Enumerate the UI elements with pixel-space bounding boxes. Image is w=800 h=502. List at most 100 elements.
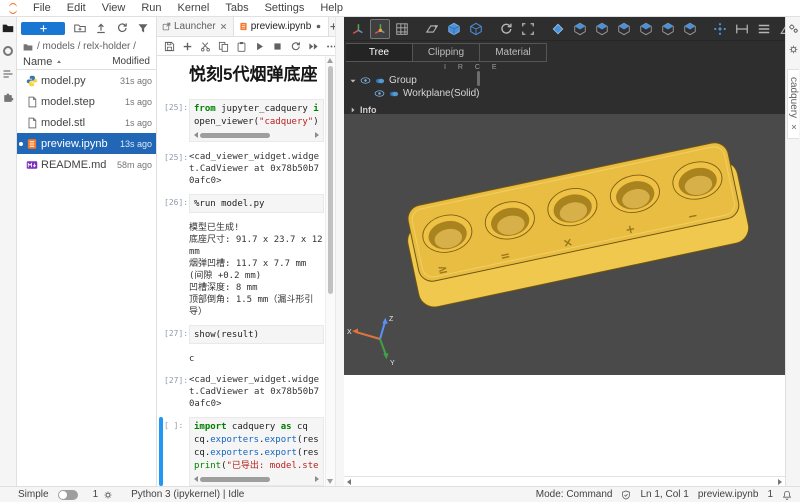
caret-down-icon[interactable] <box>349 77 357 85</box>
running-sessions-icon[interactable] <box>2 45 14 57</box>
stream-cell[interactable]: 模型已生成! 底座尺寸: 91.7 x 23.7 x 12 mm 烟弹凹槽: 1… <box>159 220 324 318</box>
simple-mode-toggle[interactable] <box>58 490 78 500</box>
viewer-tab[interactable]: Tree <box>346 43 413 62</box>
column-modified[interactable]: Modified <box>112 56 150 67</box>
view-iso-icon[interactable] <box>548 19 568 39</box>
cell-hscrollbar[interactable] <box>194 475 319 483</box>
file-row[interactable]: preview.ipynb 13s ago <box>17 133 156 154</box>
view-top-icon[interactable] <box>614 19 634 39</box>
code-input[interactable]: from jupyter_cadquery import open_viewer… <box>189 99 324 142</box>
menu-item[interactable]: Tabs <box>217 2 256 14</box>
measure-properties-icon[interactable] <box>754 19 774 39</box>
horizontal-scrollbar[interactable] <box>344 476 785 486</box>
column-name[interactable]: Name <box>23 56 52 68</box>
output-cell[interactable]: [25]:<cad_viewer_widget.widget.CadViewer… <box>159 149 324 187</box>
breadcrumb-path[interactable]: / models / relx-holder / <box>37 41 136 52</box>
file-row[interactable]: model.step 1s ago <box>17 91 156 112</box>
view-bottom-icon[interactable] <box>636 19 656 39</box>
view-left-icon[interactable] <box>658 19 678 39</box>
toggle-black-edges-icon[interactable] <box>466 19 486 39</box>
file-row[interactable]: model.py 31s ago <box>17 70 156 91</box>
stream-cell[interactable]: c <box>159 351 324 365</box>
viewer-tab[interactable]: Material <box>480 43 547 62</box>
fit-view-icon[interactable] <box>518 19 538 39</box>
cell-content[interactable]: from jupyter_cadquery import open_viewer… <box>189 99 324 142</box>
tab-launcher[interactable]: Launcher <box>157 17 234 36</box>
scroll-right-arrow[interactable] <box>778 479 782 485</box>
shape-icon[interactable] <box>374 76 386 86</box>
code-input[interactable]: show(result) <box>189 325 324 344</box>
shape-icon[interactable] <box>388 89 400 99</box>
code-input[interactable]: import cadquery as cqcq.exporters.export… <box>189 417 324 486</box>
kernel-sessions-icon[interactable] <box>103 490 113 500</box>
menu-item[interactable]: File <box>25 2 59 14</box>
eye-icon[interactable] <box>374 88 385 99</box>
eye-icon[interactable] <box>360 75 371 86</box>
paste-cells-icon[interactable] <box>236 41 247 52</box>
file-list-header[interactable]: Name Modified <box>17 54 156 70</box>
upload-icon[interactable] <box>95 22 107 34</box>
new-launcher-button[interactable] <box>21 22 65 35</box>
view-rear-icon[interactable] <box>592 19 612 39</box>
menu-item[interactable]: Kernel <box>170 2 218 14</box>
tree-column-toggles[interactable]: I R C E <box>444 64 785 72</box>
code-cell[interactable]: [ ]:import cadquery as cqcq.exporters.ex… <box>159 417 324 486</box>
menu-item[interactable]: Settings <box>257 2 313 14</box>
scroll-left-arrow[interactable] <box>347 479 351 485</box>
code-cell[interactable]: [26]:%run model.py <box>159 194 324 213</box>
cell-content[interactable]: c <box>189 351 324 365</box>
file-row[interactable]: model.stl 1s ago <box>17 112 156 133</box>
kernel-status[interactable]: Python 3 (ipykernel) | Idle <box>131 489 244 500</box>
scroll-down-arrow[interactable] <box>327 479 333 484</box>
cell-content[interactable]: import cadquery as cqcq.exporters.export… <box>189 417 324 486</box>
view-front-icon[interactable] <box>570 19 590 39</box>
explode-icon[interactable] <box>710 19 730 39</box>
settings-icon[interactable] <box>788 44 799 55</box>
menu-item[interactable]: Edit <box>59 2 94 14</box>
cell-content[interactable]: %run model.py <box>189 194 324 213</box>
cursor-position[interactable]: Ln 1, Col 1 <box>640 489 688 500</box>
restart-kernel-icon[interactable] <box>290 41 301 52</box>
session-count[interactable]: 1 <box>93 489 99 500</box>
tree-node[interactable]: Group <box>344 74 785 87</box>
reset-view-icon[interactable] <box>496 19 516 39</box>
copy-cells-icon[interactable] <box>218 41 229 52</box>
save-icon[interactable] <box>164 41 175 52</box>
viewer-tab[interactable]: Clipping <box>413 43 480 62</box>
cell-content[interactable]: 模型已生成! 底座尺寸: 91.7 x 23.7 x 12 mm 烟弹凹槽: 1… <box>189 220 324 318</box>
new-folder-icon[interactable] <box>74 22 86 34</box>
cell-content[interactable]: show(result) <box>189 325 324 344</box>
scrollbar-thumb[interactable] <box>328 66 333 294</box>
code-input[interactable]: %run model.py <box>189 194 324 213</box>
toggle-axes-origin-icon[interactable] <box>370 19 390 39</box>
bell-icon[interactable] <box>782 490 792 500</box>
code-cell[interactable]: [25]:from jupyter_cadquery import open_v… <box>159 99 324 142</box>
close-icon[interactable] <box>790 123 798 131</box>
close-icon[interactable] <box>219 22 228 31</box>
run-cell-icon[interactable] <box>254 41 265 52</box>
toggle-grid-icon[interactable] <box>392 19 412 39</box>
output-cell[interactable]: [27]:<cad_viewer_widget.widget.CadViewer… <box>159 372 324 410</box>
filter-icon[interactable] <box>137 22 149 34</box>
menu-item[interactable]: Help <box>312 2 351 14</box>
cut-cells-icon[interactable] <box>200 41 211 52</box>
notification-count[interactable]: 1 <box>767 489 773 500</box>
vertical-scrollbar[interactable] <box>325 56 335 486</box>
menu-item[interactable]: Run <box>133 2 169 14</box>
tree-node[interactable]: Workplane(Solid) <box>344 87 785 100</box>
tab-preview-ipynb[interactable]: preview.ipynb <box>234 17 330 36</box>
scroll-up-arrow[interactable] <box>327 58 333 63</box>
insert-cell-icon[interactable] <box>182 41 193 52</box>
interrupt-kernel-icon[interactable] <box>272 41 283 52</box>
orientation-gizmo[interactable]: X Z Y <box>346 313 404 367</box>
3d-model[interactable]: ≥=×+− <box>344 114 785 373</box>
cell-hscrollbar[interactable] <box>194 131 319 139</box>
toggle-transparent-icon[interactable] <box>444 19 464 39</box>
toggle-axes-icon[interactable] <box>348 19 368 39</box>
refresh-icon[interactable] <box>116 22 128 34</box>
cell-content[interactable]: <cad_viewer_widget.widget.CadViewer at 0… <box>189 372 324 410</box>
caret-down-icon[interactable] <box>363 90 371 98</box>
cell-content[interactable]: <cad_viewer_widget.widget.CadViewer at 0… <box>189 149 324 187</box>
menu-item[interactable]: View <box>94 2 134 14</box>
extension-manager-icon[interactable] <box>2 91 14 103</box>
